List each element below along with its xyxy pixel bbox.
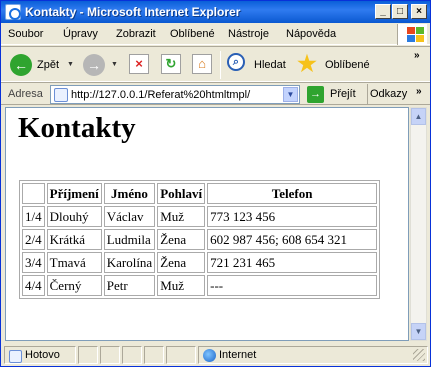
refresh-icon[interactable]: ↻ xyxy=(161,54,181,74)
cell-gender: Muž xyxy=(157,275,206,296)
contacts-table: Příjmení Jméno Pohlaví Telefon 1/4 Dlouh… xyxy=(19,180,381,299)
cell-surname: Černý xyxy=(46,275,102,296)
address-url[interactable]: http://127.0.0.1/Referat%20htmltmpl/ xyxy=(71,89,250,101)
status-panel xyxy=(144,346,164,364)
zone-text: Internet xyxy=(219,349,257,361)
header-name: Jméno xyxy=(103,183,156,204)
menu-item-upravy[interactable]: Úpravy xyxy=(63,28,98,40)
address-label: Adresa xyxy=(8,88,43,100)
go-arrow-icon: → xyxy=(307,86,324,103)
address-dropdown-icon[interactable]: ▼ xyxy=(283,87,298,102)
status-panel xyxy=(122,346,142,364)
home-icon[interactable]: ⌂ xyxy=(192,54,212,74)
header-index xyxy=(22,183,45,204)
go-label: Přejít xyxy=(330,88,356,100)
close-button[interactable]: × xyxy=(411,4,427,19)
page-heading: Kontakty xyxy=(18,112,136,144)
status-bar: Hotovo Internet xyxy=(1,344,430,366)
minimize-button[interactable]: _ xyxy=(375,4,391,19)
scroll-down-icon[interactable]: ▼ xyxy=(411,323,426,340)
cell-name: Petr xyxy=(103,275,156,296)
cell-gender: Žena xyxy=(157,229,206,250)
go-button[interactable]: → Přejít xyxy=(307,86,365,104)
page-content: Kontakty Příjmení Jméno Pohlaví Telefon … xyxy=(5,107,409,341)
star-icon: ★ xyxy=(297,51,317,76)
menu-item-nastroje[interactable]: Nástroje xyxy=(228,28,269,40)
links-label: Odkazy xyxy=(370,88,408,100)
cell-name: Karolína xyxy=(103,252,156,273)
cell-index: 1/4 xyxy=(22,206,45,227)
cell-surname: Tmavá xyxy=(46,252,102,273)
table-row: 2/4 Krátká Ludmila Žena 602 987 456; 608… xyxy=(22,229,378,250)
header-surname: Příjmení xyxy=(46,183,102,204)
status-zone: Internet xyxy=(198,346,428,364)
cell-name: Václav xyxy=(103,206,156,227)
table-row: 4/4 Černý Petr Muž --- xyxy=(22,275,378,296)
cell-surname: Dlouhý xyxy=(46,206,102,227)
cell-phone: --- xyxy=(207,275,378,296)
table-row: 1/4 Dlouhý Václav Muž 773 123 456 xyxy=(22,206,378,227)
status-text: Hotovo xyxy=(25,349,60,361)
page-done-icon xyxy=(9,350,22,363)
cell-surname: Krátká xyxy=(46,229,102,250)
cell-name: Ludmila xyxy=(103,229,156,250)
internet-globe-icon xyxy=(203,349,216,362)
ie-icon xyxy=(5,4,21,20)
menu-item-napoveda[interactable]: Nápověda xyxy=(286,28,336,40)
menu-item-soubor[interactable]: Soubor xyxy=(8,28,43,40)
menu-bar: Soubor Úpravy Zobrazit Oblíbené Nástroje… xyxy=(1,23,430,45)
status-panel xyxy=(78,346,98,364)
search-button[interactable]: ⌕ Hledat xyxy=(225,52,289,78)
menu-item-oblibene[interactable]: Oblíbené xyxy=(170,28,215,40)
status-panel xyxy=(166,346,196,364)
back-button[interactable]: ← Zpět ▼ xyxy=(7,52,83,78)
favorites-button[interactable]: ★ Oblíbené xyxy=(296,52,376,78)
vertical-scrollbar[interactable]: ▲ ▼ xyxy=(410,107,427,341)
cell-index: 3/4 xyxy=(22,252,45,273)
table-header-row: Příjmení Jméno Pohlaví Telefon xyxy=(22,183,378,204)
cell-index: 4/4 xyxy=(22,275,45,296)
status-panel xyxy=(100,346,120,364)
search-icon: ⌕ xyxy=(227,53,245,71)
cell-phone: 773 123 456 xyxy=(207,206,378,227)
header-phone: Telefon xyxy=(207,183,378,204)
resize-grip-icon[interactable] xyxy=(413,349,425,361)
cell-phone: 721 231 465 xyxy=(207,252,378,273)
header-gender: Pohlaví xyxy=(157,183,206,204)
back-dropdown-icon[interactable]: ▼ xyxy=(67,61,74,68)
links-overflow-icon[interactable]: » xyxy=(416,86,422,97)
cell-phone: 602 987 456; 608 654 321 xyxy=(207,229,378,250)
title-bar[interactable]: Kontakty - Microsoft Internet Explorer _… xyxy=(1,1,430,23)
menu-item-zobrazit[interactable]: Zobrazit xyxy=(116,28,156,40)
forward-dropdown-icon[interactable]: ▼ xyxy=(111,61,118,68)
address-input[interactable]: http://127.0.0.1/Referat%20htmltmpl/ ▼ xyxy=(50,85,300,104)
forward-arrow-icon: → xyxy=(83,54,105,76)
cell-gender: Muž xyxy=(157,206,206,227)
forward-button[interactable]: → ▼ xyxy=(81,52,121,78)
stop-icon[interactable]: × xyxy=(129,54,149,74)
toolbar: ← Zpět ▼ → ▼ × ↻ ⌂ ⌕ Hledat ★ Oblíbené » xyxy=(1,46,430,82)
maximize-button[interactable]: □ xyxy=(392,4,408,19)
links-button[interactable]: Odkazy » xyxy=(367,84,429,104)
browser-window: Kontakty - Microsoft Internet Explorer _… xyxy=(0,0,431,367)
back-arrow-icon: ← xyxy=(10,54,32,76)
table-row: 3/4 Tmavá Karolína Žena 721 231 465 xyxy=(22,252,378,273)
toolbar-overflow-icon[interactable]: » xyxy=(414,50,420,61)
page-icon xyxy=(54,88,68,102)
scroll-up-icon[interactable]: ▲ xyxy=(411,108,426,125)
windows-logo-icon xyxy=(397,24,427,45)
cell-gender: Žena xyxy=(157,252,206,273)
window-title: Kontakty - Microsoft Internet Explorer xyxy=(25,5,241,19)
toolbar-separator xyxy=(220,51,221,79)
cell-index: 2/4 xyxy=(22,229,45,250)
status-main: Hotovo xyxy=(4,346,76,364)
address-bar: Adresa http://127.0.0.1/Referat%20htmltm… xyxy=(1,82,430,105)
